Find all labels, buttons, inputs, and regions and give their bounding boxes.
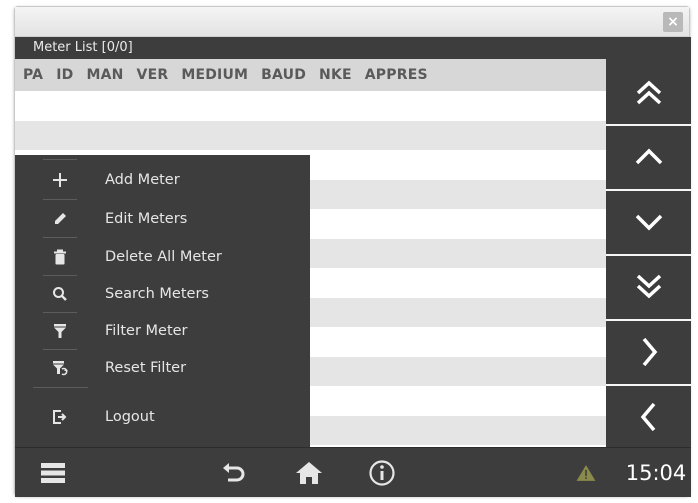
menu-item-label: Filter Meter xyxy=(105,322,188,339)
app-window: × Meter List [0/0] PA ID MAN VER MEDIUM … xyxy=(14,6,691,497)
undo-icon xyxy=(223,463,245,482)
menu-item-label: Add Meter xyxy=(105,171,180,188)
menu-list-icon xyxy=(41,463,65,483)
info-icon xyxy=(369,460,395,486)
chevron-down-icon xyxy=(635,214,662,230)
menu-item-reset-filter[interactable]: Reset Filter xyxy=(15,349,310,386)
menu-item-add-meter[interactable]: Add Meter xyxy=(15,161,310,198)
close-button[interactable]: × xyxy=(663,12,683,32)
menu-item-delete-all-meter[interactable]: Delete All Meter xyxy=(15,238,310,275)
home-button[interactable] xyxy=(291,448,327,498)
bottom-bar: 15:04 xyxy=(15,447,691,497)
scroll-last-button[interactable] xyxy=(606,254,691,317)
table-header: PA ID MAN VER MEDIUM BAUD NKE APPRES xyxy=(15,59,606,91)
home-icon xyxy=(296,462,322,484)
warning-icon xyxy=(576,465,596,481)
navigation-column xyxy=(606,59,691,447)
column-header-appres[interactable]: APPRES xyxy=(365,67,428,83)
context-menu: Add Meter Edit Meters Delete All Meter S… xyxy=(15,155,310,447)
clock: 15:04 xyxy=(625,461,687,485)
chevron-up-icon xyxy=(635,148,662,164)
double-chevron-up-icon xyxy=(636,80,661,104)
menu-item-filter-meter[interactable]: Filter Meter xyxy=(15,312,310,349)
column-header-id[interactable]: ID xyxy=(56,67,73,83)
menu-divider xyxy=(43,159,77,160)
trash-icon xyxy=(54,249,66,264)
menu-item-search-meters[interactable]: Search Meters xyxy=(15,275,310,312)
search-icon xyxy=(53,286,67,301)
column-header-nke[interactable]: NKE xyxy=(319,67,352,83)
menu-toggle-button[interactable] xyxy=(35,448,71,498)
plus-icon xyxy=(53,172,67,187)
window-titlebar: × xyxy=(15,7,689,37)
column-header-medium[interactable]: MEDIUM xyxy=(181,67,248,83)
next-button[interactable] xyxy=(606,319,691,382)
filter-icon xyxy=(54,323,66,338)
menu-item-label: Edit Meters xyxy=(105,210,188,227)
menu-item-logout[interactable]: Logout xyxy=(15,398,310,435)
info-button[interactable] xyxy=(365,448,399,498)
double-chevron-down-icon xyxy=(636,274,661,298)
warning-indicator[interactable] xyxy=(571,448,601,498)
back-button[interactable] xyxy=(606,384,691,447)
menu-item-label: Search Meters xyxy=(105,285,209,302)
column-header-ver[interactable]: VER xyxy=(137,67,169,83)
column-header-pa[interactable]: PA xyxy=(23,67,43,83)
scroll-up-button[interactable] xyxy=(606,124,691,187)
menu-item-label: Reset Filter xyxy=(105,359,187,376)
undo-button[interactable] xyxy=(217,448,251,498)
logout-icon xyxy=(53,409,67,424)
menu-item-label: Logout xyxy=(105,408,155,425)
menu-divider xyxy=(33,387,88,388)
chevron-right-icon xyxy=(642,337,657,366)
scroll-first-button[interactable] xyxy=(606,59,691,124)
chevron-left-icon xyxy=(640,402,655,431)
pencil-icon xyxy=(55,212,66,224)
scroll-down-button[interactable] xyxy=(606,189,691,252)
table-row[interactable] xyxy=(15,120,606,150)
table-row[interactable] xyxy=(15,91,606,121)
page-title: Meter List [0/0] xyxy=(15,37,691,59)
reset-filter-icon xyxy=(53,360,68,375)
column-header-man[interactable]: MAN xyxy=(86,67,123,83)
column-header-baud[interactable]: BAUD xyxy=(261,67,306,83)
menu-item-edit-meters[interactable]: Edit Meters xyxy=(15,200,310,237)
menu-item-label: Delete All Meter xyxy=(105,248,222,265)
